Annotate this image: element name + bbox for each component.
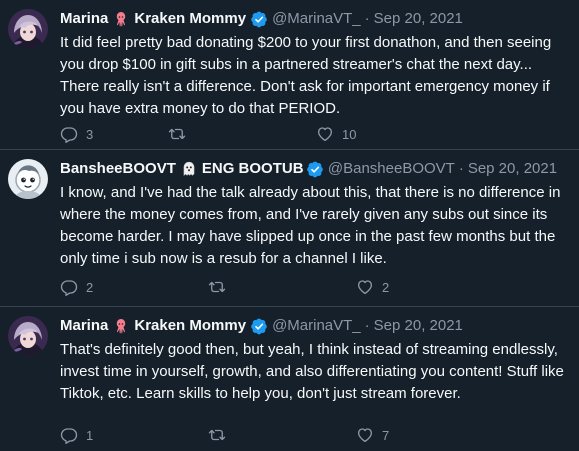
like-count: 10 [342,126,357,142]
tweet-actions: 1 7 [60,426,567,444]
reply-count: 1 [86,427,94,443]
display-name[interactable]: Marina Kraken Mommy [60,316,272,336]
retweet-button[interactable] [168,125,316,143]
display-name-second[interactable]: Kraken Mommy [134,9,246,29]
tweet[interactable]: Marina Kraken Mommy @MarinaVT_ · Sep 20,… [0,307,579,451]
separator-dot: · [364,317,370,334]
reply-icon [60,278,78,296]
reply-count: 3 [86,126,94,142]
retweet-icon [208,278,226,296]
retweet-icon [208,426,226,444]
display-name-second[interactable]: ENG BOOTUBER [202,159,304,179]
avatar[interactable] [8,9,48,49]
reply-icon [60,426,78,444]
user-handle[interactable]: @BansheeBOOVT [328,159,455,179]
reply-button[interactable]: 2 [60,278,208,296]
reply-button[interactable]: 3 [60,125,168,143]
tweet-text: That's definitely good then, but yeah, I… [60,341,564,402]
retweet-button[interactable] [208,278,356,296]
reply-icon [60,125,78,143]
tweet-actions: 2 2 [60,278,567,296]
tweet-header: Marina Kraken Mommy @MarinaVT_ · Sep 20,… [60,316,567,336]
tweet-header: BansheeBOOVT ENG BOOTUBER @BansheeBOOVT … [60,159,567,179]
verified-badge-icon [251,318,268,335]
like-button[interactable]: 10 [316,125,424,143]
like-count: 7 [382,427,390,443]
verified-badge-icon [307,161,324,178]
tweet[interactable]: Marina Kraken Mommy @MarinaVT_ · Sep 20,… [0,0,579,150]
like-count: 2 [382,279,390,295]
retweet-icon [168,125,186,143]
like-icon [316,125,334,143]
user-handle[interactable]: @MarinaVT_ [272,316,361,336]
user-handle[interactable]: @MarinaVT_ [272,9,361,29]
reply-count: 2 [86,279,94,295]
tweet[interactable]: BansheeBOOVT ENG BOOTUBER @BansheeBOOVT … [0,150,579,307]
tweet-date[interactable]: Sep 20, 2021 [374,9,463,29]
display-name-first[interactable]: Marina [60,9,108,29]
display-name[interactable]: Marina Kraken Mommy [60,9,272,29]
squid-emoji-icon [113,318,129,334]
retweet-button[interactable] [208,426,356,444]
like-icon [356,278,374,296]
tweet-text: It did feel pretty bad donating $200 to … [60,34,552,117]
display-name-first[interactable]: Marina [60,316,108,336]
squid-emoji-icon [113,11,129,27]
verified-badge-icon [251,11,268,28]
display-name-first[interactable]: BansheeBOOVT [60,159,176,179]
like-icon [356,426,374,444]
display-name[interactable]: BansheeBOOVT ENG BOOTUBER [60,159,328,179]
avatar[interactable] [8,159,48,199]
tweet-text: I know, and I've had the talk already ab… [60,184,561,267]
separator-dot: · [458,160,464,177]
ghost-emoji-icon [181,161,197,177]
tweet-actions: 3 10 [60,125,567,143]
reply-button[interactable]: 1 [60,426,208,444]
tweet-thread: Marina Kraken Mommy @MarinaVT_ · Sep 20,… [0,0,579,451]
tweet-header: Marina Kraken Mommy @MarinaVT_ · Sep 20,… [60,9,567,29]
separator-dot: · [364,10,370,27]
like-button[interactable]: 7 [356,426,464,444]
tweet-date[interactable]: Sep 20, 2021 [468,159,557,179]
avatar[interactable] [8,316,48,356]
display-name-second[interactable]: Kraken Mommy [134,316,246,336]
like-button[interactable]: 2 [356,278,464,296]
tweet-date[interactable]: Sep 20, 2021 [374,316,463,336]
